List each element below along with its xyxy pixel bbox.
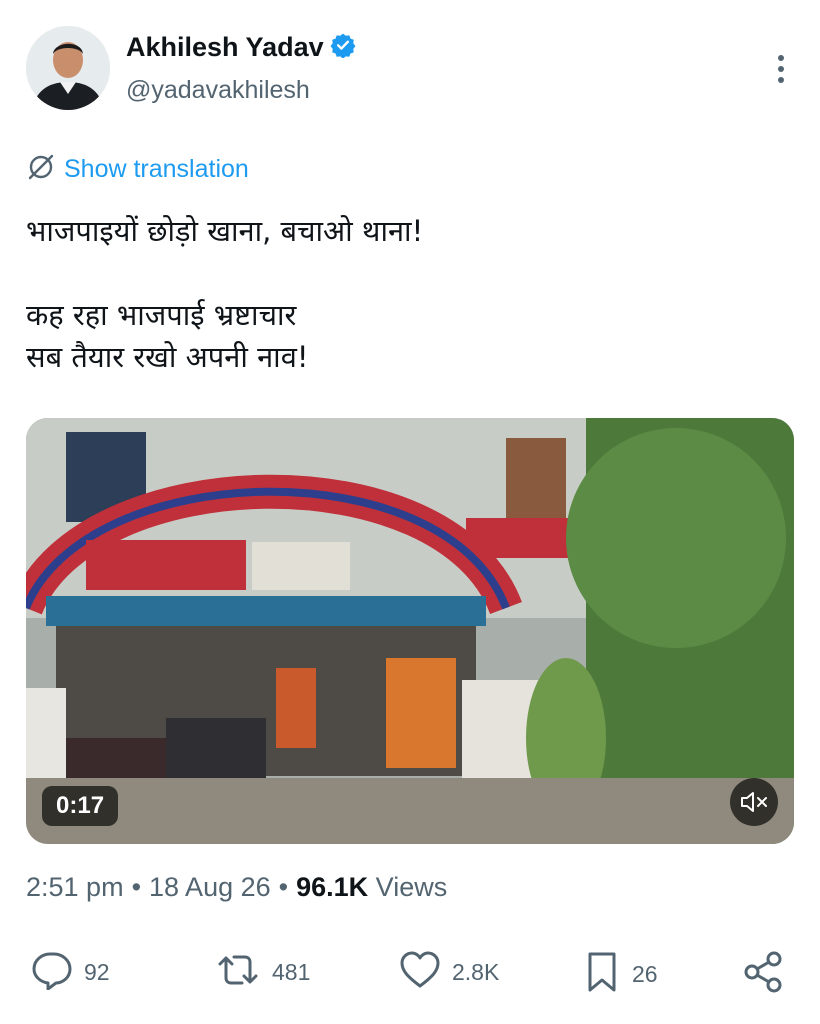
- bookmark-icon: [582, 950, 622, 999]
- bookmark-button[interactable]: 26: [582, 950, 658, 999]
- author-name-row: Akhilesh Yadav: [126, 32, 356, 63]
- views-count: 96.1K: [296, 872, 369, 902]
- muted-speaker-icon[interactable]: [730, 778, 778, 826]
- avatar[interactable]: [26, 26, 110, 110]
- reply-icon: [30, 950, 74, 995]
- video-frame: [26, 418, 794, 844]
- tweet-header: Akhilesh Yadav @yadavakhilesh: [26, 26, 796, 112]
- repost-icon: [214, 950, 262, 995]
- author-name[interactable]: Akhilesh Yadav: [126, 32, 324, 63]
- share-button[interactable]: [742, 950, 786, 999]
- heart-icon: [398, 950, 442, 995]
- repost-button[interactable]: 481: [214, 950, 310, 995]
- show-translation-link[interactable]: Show translation: [26, 152, 249, 187]
- tweet-line: सब तैयार रखो अपनी नाव!: [26, 340, 309, 374]
- show-translation-label: Show translation: [64, 155, 249, 183]
- bookmark-count: 26: [632, 961, 658, 987]
- reply-count: 92: [84, 959, 110, 985]
- tweet-line: कह रहा भाजपाई भ्रष्टाचार: [26, 298, 297, 332]
- video-duration: 0:17: [42, 786, 119, 826]
- like-button[interactable]: 2.8K: [398, 950, 499, 995]
- author-handle[interactable]: @yadavakhilesh: [126, 76, 310, 105]
- verified-badge-icon: [324, 32, 356, 63]
- more-options-icon[interactable]: [776, 54, 786, 84]
- tweet-text: भाजपाइयों छोड़ो खाना, बचाओ थाना! कह रहा …: [26, 210, 796, 378]
- like-count: 2.8K: [452, 959, 500, 985]
- video-player[interactable]: 0:17: [26, 418, 794, 844]
- action-bar: 92 481 2.8K 26: [26, 944, 796, 1000]
- post-date[interactable]: 18 Aug 26: [149, 872, 271, 903]
- post-time[interactable]: 2:51 pm: [26, 872, 124, 903]
- meta-separator: •: [131, 872, 142, 902]
- meta-separator: •: [278, 872, 289, 902]
- translate-icon: [26, 152, 56, 187]
- reply-button[interactable]: 92: [30, 950, 110, 995]
- share-icon: [742, 950, 786, 999]
- tweet-line: भाजपाइयों छोड़ो खाना, बचाओ थाना!: [26, 214, 424, 248]
- tweet-meta: 2:51 pm • 18 Aug 26 • 96.1K Views: [26, 872, 447, 903]
- views-label: Views: [375, 872, 448, 902]
- repost-count: 481: [272, 959, 311, 985]
